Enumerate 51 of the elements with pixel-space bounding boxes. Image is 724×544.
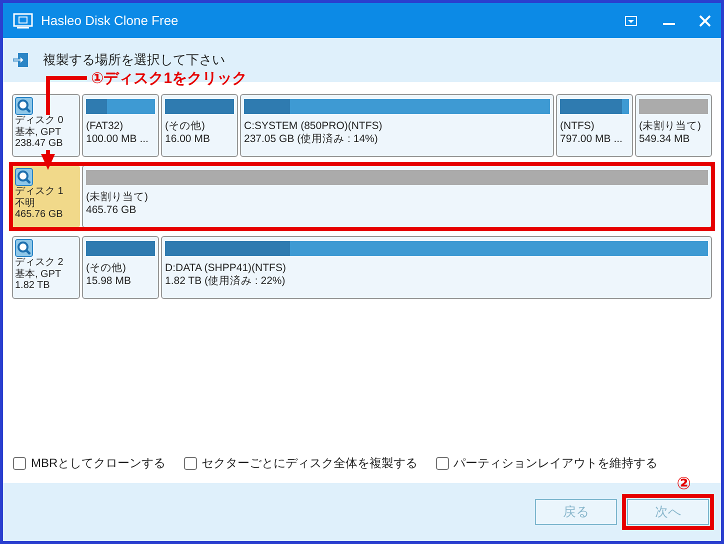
dropdown-icon[interactable] — [625, 16, 637, 26]
app-icon — [13, 12, 33, 28]
partition-block[interactable]: D:DATA (SHPP41)(NTFS) 1.82 TB (使用済み : 22%) — [161, 236, 712, 299]
partition-label: (その他) — [165, 120, 206, 134]
usage-bar — [639, 99, 708, 114]
checkbox[interactable] — [13, 456, 26, 470]
checkbox[interactable] — [436, 456, 449, 470]
disk-label[interactable]: ディスク 1 不明 465.76 GB — [12, 165, 80, 228]
import-icon — [13, 52, 29, 68]
partition-block[interactable]: (NTFS) 797.00 MB ... — [556, 94, 633, 157]
partition-size: 549.34 MB — [639, 133, 691, 146]
partition-label: (未割り当て) — [86, 191, 149, 204]
partition-block[interactable]: (その他) 16.00 MB — [161, 94, 238, 157]
partition-block[interactable]: (FAT32) 100.00 MB ... — [82, 94, 159, 157]
disk-info-text: ディスク 0 — [15, 115, 64, 126]
partition-label: (その他) — [86, 262, 127, 276]
partition-block[interactable]: (その他) 15.98 MB — [82, 236, 159, 299]
partition-label: (FAT32) — [86, 120, 124, 134]
instruction-text: 複製する場所を選択して下さい — [43, 51, 225, 70]
checkbox-label: MBRとしてクローンする — [31, 455, 166, 472]
partition-size: 16.00 MB — [165, 133, 211, 146]
disk-info-text: 238.47 GB — [15, 138, 63, 150]
partition-size: 237.05 GB (使用済み : 14%) — [244, 133, 379, 146]
checkbox[interactable] — [184, 456, 197, 470]
partition-block[interactable]: C:SYSTEM (850PRO)(NTFS) 237.05 GB (使用済み : 14%) — [240, 94, 554, 157]
partition-label: D:DATA (SHPP41)(NTFS) — [165, 262, 287, 275]
disk-info-text: ディスク 1 — [15, 186, 64, 198]
disk-info-text: 基本, GPT — [15, 126, 62, 138]
disk-info-text: 1.82 TB — [15, 280, 50, 292]
partition-size: 1.82 TB (使用済み : 22%) — [165, 275, 286, 288]
disk-label[interactable]: ディスク 2 基本, GPT 1.82 TB — [12, 236, 80, 299]
disk-info-text: 基本, GPT — [15, 268, 62, 280]
disk-info-text: ディスク 2 — [15, 257, 64, 268]
disk-info-text: 465.76 GB — [15, 209, 63, 220]
close-icon[interactable] — [699, 14, 711, 26]
annotation-text: ①ディスク1をクリック — [91, 69, 248, 89]
partition-label: (未割り当て) — [639, 120, 702, 134]
partition-size: 15.98 MB — [86, 275, 132, 288]
checkbox-label: パーティションレイアウトを維持する — [454, 455, 658, 472]
partition-label: (NTFS) — [560, 120, 596, 134]
disk-label[interactable]: ディスク 0 基本, GPT 238.47 GB — [12, 94, 80, 157]
checkbox-label: セクターごとにディスク全体を複製する — [202, 455, 418, 472]
partition-size: 797.00 MB ... — [560, 133, 624, 146]
partition-size: 465.76 GB — [86, 204, 138, 218]
partition-block[interactable]: (未割り当て) 549.34 MB — [635, 94, 712, 157]
partition-size: 100.00 MB ... — [86, 133, 150, 146]
partition-label: C:SYSTEM (850PRO)(NTFS) — [244, 120, 384, 133]
step-number: ② — [676, 473, 691, 495]
window-title: Hasleo Disk Clone Free — [41, 12, 178, 30]
partition-block[interactable]: (未割り当て) 465.76 GB — [82, 165, 712, 228]
disk-info-text: 不明 — [15, 198, 35, 209]
